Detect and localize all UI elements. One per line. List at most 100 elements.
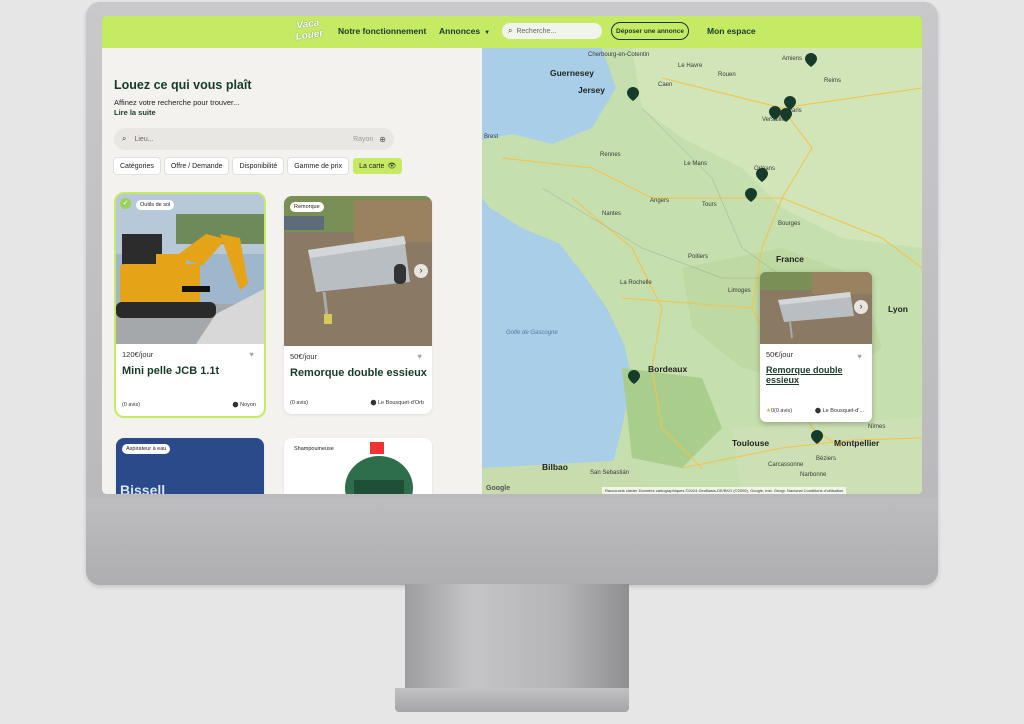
map-label-nantes: Nantes — [602, 211, 622, 217]
deposit-listing-button[interactable]: Déposer une annonce — [611, 22, 689, 40]
city-label: Noyon — [240, 402, 256, 408]
radius-icon[interactable]: ⊕ — [379, 135, 386, 144]
map-label-poitiers: Poitiers — [688, 254, 709, 260]
listing-card-trailer[interactable]: Remorque › 50€/jour ♥ Remorque double es… — [284, 196, 432, 414]
map-label-brest: Brest — [484, 134, 499, 140]
map-pin-icon[interactable] — [780, 108, 792, 122]
map-label-cherbourg: Cherbourg-en-Cotentin — [588, 52, 650, 58]
category-badge: Outils de sol — [136, 200, 175, 210]
map-label-rennes: Rennes — [600, 152, 621, 158]
vacuum-photo: Aspirateur à eau Bissell — [116, 438, 264, 494]
page-title: Louez ce qui vous plaît — [114, 78, 252, 92]
excavator-photo: ✓ Outils de sol — [116, 194, 264, 344]
location-search-input[interactable]: ⌕ Lieu... Rayon ⊕ — [114, 128, 394, 150]
map-label-toulouse: Toulouse — [732, 438, 770, 448]
chevron-right-icon[interactable]: › — [414, 264, 428, 278]
monitor-stand-base — [395, 688, 629, 712]
map-label-bordeaux: Bordeaux — [648, 364, 688, 374]
top-navbar: Vaca Louer Notre fonctionnement Annonces… — [102, 16, 922, 48]
map-pin-icon[interactable] — [805, 53, 817, 67]
search-placeholder: Recherche... — [516, 27, 557, 35]
filter-availability[interactable]: Disponibilité — [233, 158, 284, 174]
reviews-label: 0(0 avis) — [770, 408, 793, 414]
eye-icon: 👁 — [387, 163, 397, 170]
read-more-link[interactable]: Lire la suite — [114, 108, 156, 117]
map-label-rouen: Rouen — [718, 72, 736, 78]
city-label: Le Bousquet-d'... — [822, 408, 864, 414]
listing-card-carpet-cleaner[interactable]: Shampouineuse — [284, 438, 432, 494]
listings-panel: Louez ce qui vous plaît Affinez votre re… — [102, 48, 482, 494]
map-label-beziers: Béziers — [816, 456, 837, 462]
location-pin-icon: ⬤ — [232, 402, 241, 408]
favorite-heart-icon[interactable]: ♥ — [417, 352, 422, 361]
listing-card-mini-excavator[interactable]: ✓ Outils de sol 120€/jour ♥ Mini pelle J… — [114, 192, 266, 418]
google-logo: Google — [486, 485, 511, 492]
listing-city: ⬤ Noyon — [232, 402, 256, 408]
monitor-frame: Vaca Louer Notre fonctionnement Annonces… — [86, 2, 938, 585]
map-label-montpellier: Montpellier — [834, 438, 880, 448]
map-popup-card[interactable]: › 50€/jour ♥ Remorque double essieux ★0(… — [760, 272, 872, 422]
reviews-count: (0 avis) — [122, 402, 141, 408]
map-view[interactable]: Guernesey Jersey Cherbourg-en-Cotentin L… — [482, 48, 922, 494]
nav-listings-label: Annonces — [439, 26, 481, 36]
location-pin-icon: ⬤ — [814, 408, 823, 414]
filter-offer-demand[interactable]: Offre / Demande — [164, 158, 229, 174]
filter-map[interactable]: La carte 👁 — [353, 158, 403, 174]
map-label-reims: Reims — [824, 78, 842, 84]
nav-how-it-works[interactable]: Notre fonctionnement — [338, 26, 426, 36]
search-input[interactable]: ⌕ Recherche... — [502, 23, 602, 39]
category-badge: Shampouineuse — [290, 444, 338, 454]
map-label-le-havre: Le Havre — [678, 63, 703, 69]
brand-text: Bissell — [120, 482, 166, 494]
monitor-stand — [405, 584, 629, 688]
trailer-photo: › — [760, 272, 872, 344]
map-label-golfe-gascogne: Golfe de Gascogne — [506, 330, 558, 336]
map-label-france: France — [776, 254, 804, 264]
map-pin-icon[interactable] — [811, 430, 823, 444]
map-pin-icon[interactable] — [628, 370, 640, 384]
map-pin-icon[interactable] — [745, 188, 757, 202]
listing-city: ⬤ Le Bousquet-d'Orb — [370, 400, 424, 406]
favorite-heart-icon[interactable]: ♥ — [857, 352, 862, 361]
listing-card-water-vacuum[interactable]: Aspirateur à eau Bissell — [116, 438, 264, 494]
map-label-limoges: Limoges — [728, 288, 751, 294]
price: 50€/jour — [766, 350, 794, 359]
filter-price-range[interactable]: Gamme de prix — [288, 158, 349, 174]
reviews-count: ★0(0 avis) — [766, 408, 792, 414]
chevron-right-icon[interactable]: › — [854, 300, 868, 314]
selected-check-icon: ✓ — [120, 198, 131, 209]
carpet-cleaner-photo: Shampouineuse — [284, 438, 432, 494]
map-label-carcassonne: Carcassonne — [768, 462, 804, 468]
listing-title[interactable]: Mini pelle JCB 1.1t — [122, 365, 264, 377]
nav-listings[interactable]: Annonces ▼ — [439, 26, 490, 36]
search-icon: ⌕ — [122, 134, 127, 143]
filter-categories[interactable]: Catégories — [114, 158, 160, 174]
map-label-le-mans: Le Mans — [684, 161, 708, 167]
map-label-la-rochelle: La Rochelle — [620, 280, 652, 286]
map-pin-icon[interactable] — [756, 168, 768, 182]
monitor-bezel: Vaca Louer Notre fonctionnement Annonces… — [102, 16, 922, 494]
listing-title[interactable]: Remorque double essieux — [290, 367, 432, 379]
map-label-caen: Caen — [658, 82, 673, 88]
monitor-chin — [86, 499, 938, 585]
listing-title[interactable]: Remorque double essieux — [766, 365, 872, 385]
reviews-count: (0 avis) — [290, 400, 309, 406]
favorite-heart-icon[interactable]: ♥ — [249, 350, 254, 359]
filter-map-label: La carte — [359, 162, 385, 170]
nav-my-space[interactable]: Mon espace — [707, 26, 756, 36]
price: 50€/jour — [290, 352, 318, 361]
map-label-nimes: Nîmes — [868, 424, 886, 430]
logo[interactable]: Vaca Louer — [290, 17, 327, 47]
map-attribution[interactable]: Raccourcis clavier Données cartographiqu… — [602, 487, 847, 494]
category-badge: Remorque — [290, 202, 324, 212]
search-icon: ⌕ — [508, 26, 513, 35]
city-label: Le Bousquet-d'Orb — [378, 400, 424, 406]
listing-city: ⬤ Le Bousquet-d'... — [815, 408, 864, 414]
map-label-jersey: Jersey — [578, 85, 605, 95]
map-label-lyon: Lyon — [888, 304, 908, 314]
chevron-down-icon: ▼ — [484, 30, 491, 36]
filter-bar: Catégories Offre / Demande Disponibilité… — [114, 158, 403, 174]
map-label-angers: Angers — [650, 198, 670, 204]
map-label-tours: Tours — [702, 202, 717, 208]
map-pin-icon[interactable] — [627, 87, 639, 101]
